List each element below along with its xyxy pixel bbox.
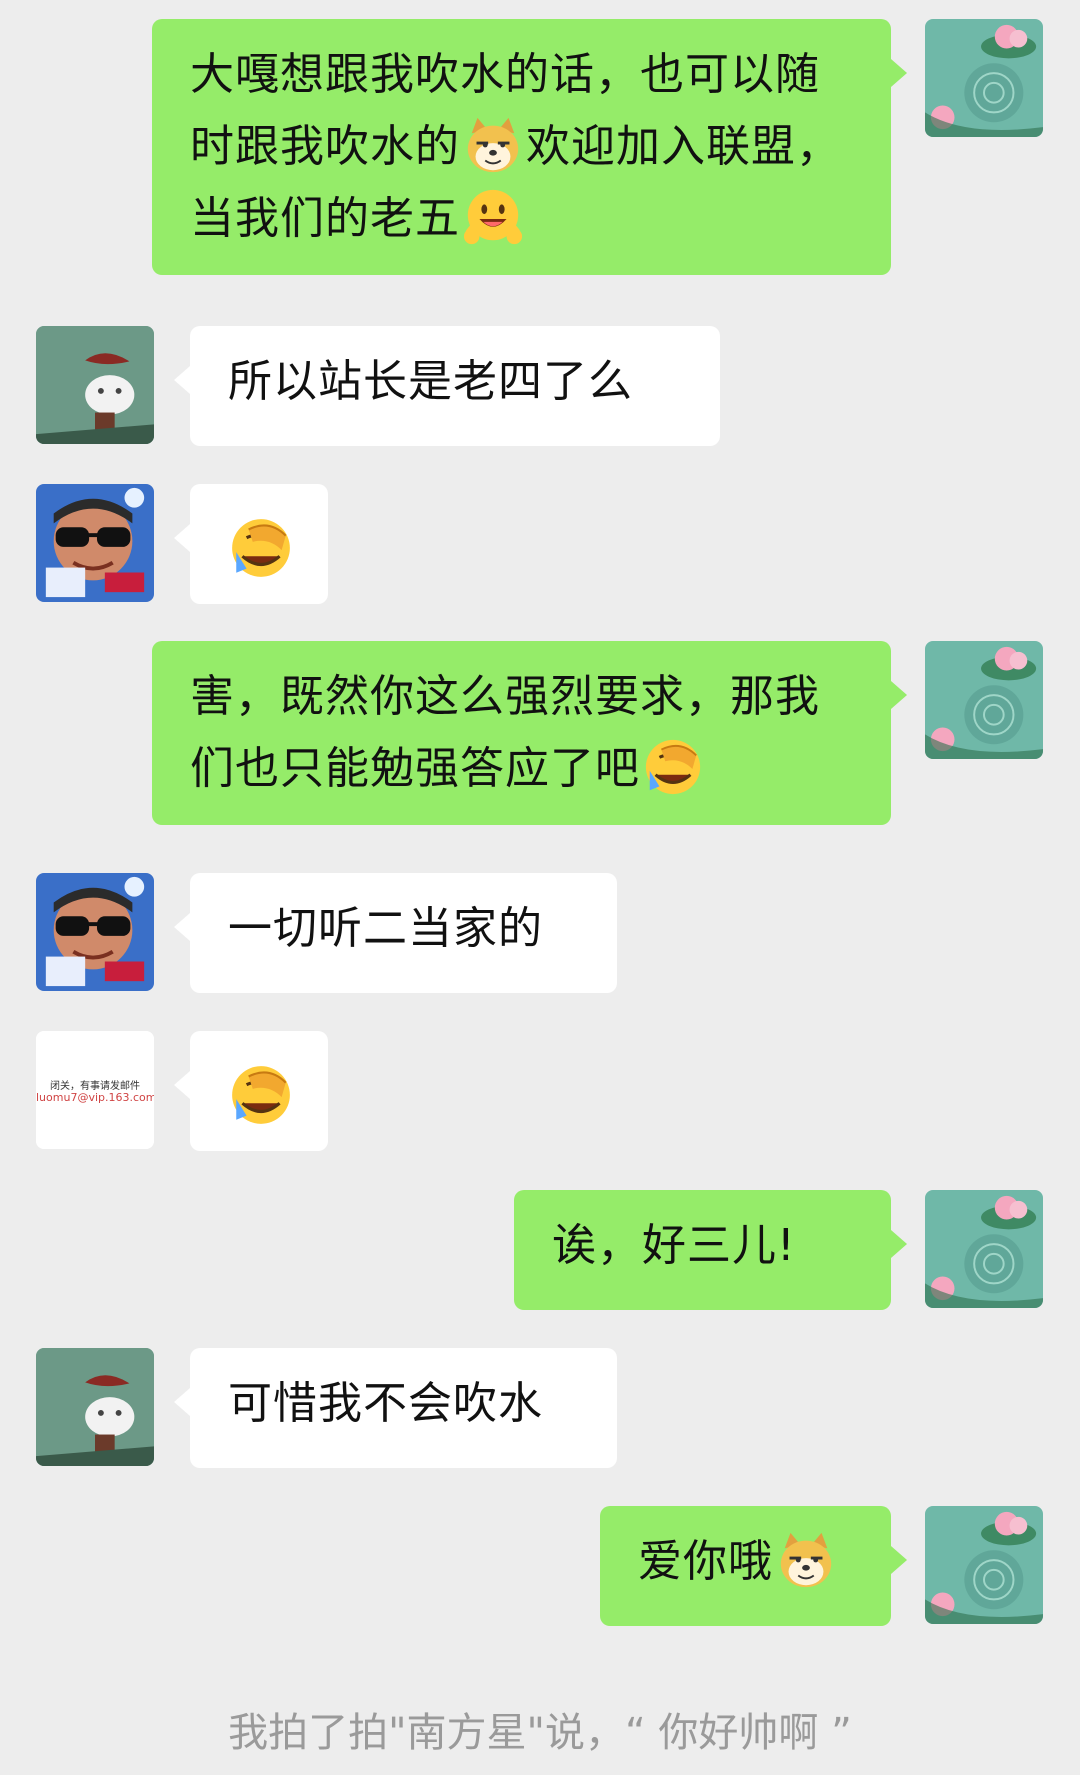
message-text: 一切听二当家的 (228, 903, 543, 954)
user-a-avatar[interactable] (36, 326, 154, 444)
message-bubble-8[interactable]: 可惜我不会吹水 (174, 1348, 617, 1468)
my-avatar[interactable] (925, 1190, 1043, 1308)
message-bubble-6[interactable] (174, 1031, 328, 1151)
lotus-avatar-icon (925, 19, 1043, 137)
grin-emoji-icon (462, 186, 524, 248)
user-b-avatar[interactable] (36, 484, 154, 602)
user-a-avatar[interactable] (36, 1348, 154, 1466)
system-pat-message: 我拍了拍"南方星"说，“ 你好帅啊 ” (228, 1710, 852, 1756)
user-b-avatar[interactable] (36, 873, 154, 991)
message-bubble-2[interactable]: 所以站长是老四了么 (174, 326, 720, 446)
user-c-avatar[interactable]: 闭关，有事请发邮件 luomu7@vip.163.com (36, 1031, 154, 1149)
rabbit-avatar-icon (36, 326, 154, 444)
facepalm-cry-emoji-icon (642, 736, 704, 798)
avatar-text-line-2: luomu7@vip.163.com (36, 1091, 154, 1104)
message-bubble-9[interactable]: 爱你哦 (600, 1506, 907, 1626)
message-text: 诶，好三儿! (552, 1220, 796, 1271)
lotus-avatar-icon (925, 1190, 1043, 1308)
sunglasses-avatar-icon (36, 484, 154, 602)
avatar-text-line-1: 闭关，有事请发邮件 (50, 1081, 140, 1092)
message-text: 害，既然你这么强烈要求，那我们也只能勉强答应了吧 (190, 671, 820, 794)
lotus-avatar-icon (925, 1506, 1043, 1624)
my-avatar[interactable] (925, 1506, 1043, 1624)
doge-emoji-icon (775, 1529, 837, 1591)
my-avatar[interactable] (925, 641, 1043, 759)
message-bubble-5[interactable]: 一切听二当家的 (174, 873, 617, 993)
my-avatar[interactable] (925, 19, 1043, 137)
facepalm-cry-emoji-icon (228, 515, 294, 581)
message-bubble-3[interactable] (174, 484, 328, 604)
message-text: 所以站长是老四了么 (228, 356, 633, 407)
message-bubble-7[interactable]: 诶，好三儿! (514, 1190, 907, 1310)
rabbit-avatar-icon (36, 1348, 154, 1466)
message-text: 可惜我不会吹水 (228, 1378, 543, 1429)
message-bubble-1[interactable]: 大嘎想跟我吹水的话，也可以随时跟我吹水的 欢迎加入联盟，当我们的老五 (152, 19, 907, 275)
facepalm-cry-emoji-icon (228, 1062, 294, 1128)
lotus-avatar-icon (925, 641, 1043, 759)
sunglasses-avatar-icon (36, 873, 154, 991)
message-text: 爱你哦 (638, 1536, 773, 1587)
message-bubble-4[interactable]: 害，既然你这么强烈要求，那我们也只能勉强答应了吧 (152, 641, 907, 825)
doge-emoji-icon (462, 114, 524, 176)
